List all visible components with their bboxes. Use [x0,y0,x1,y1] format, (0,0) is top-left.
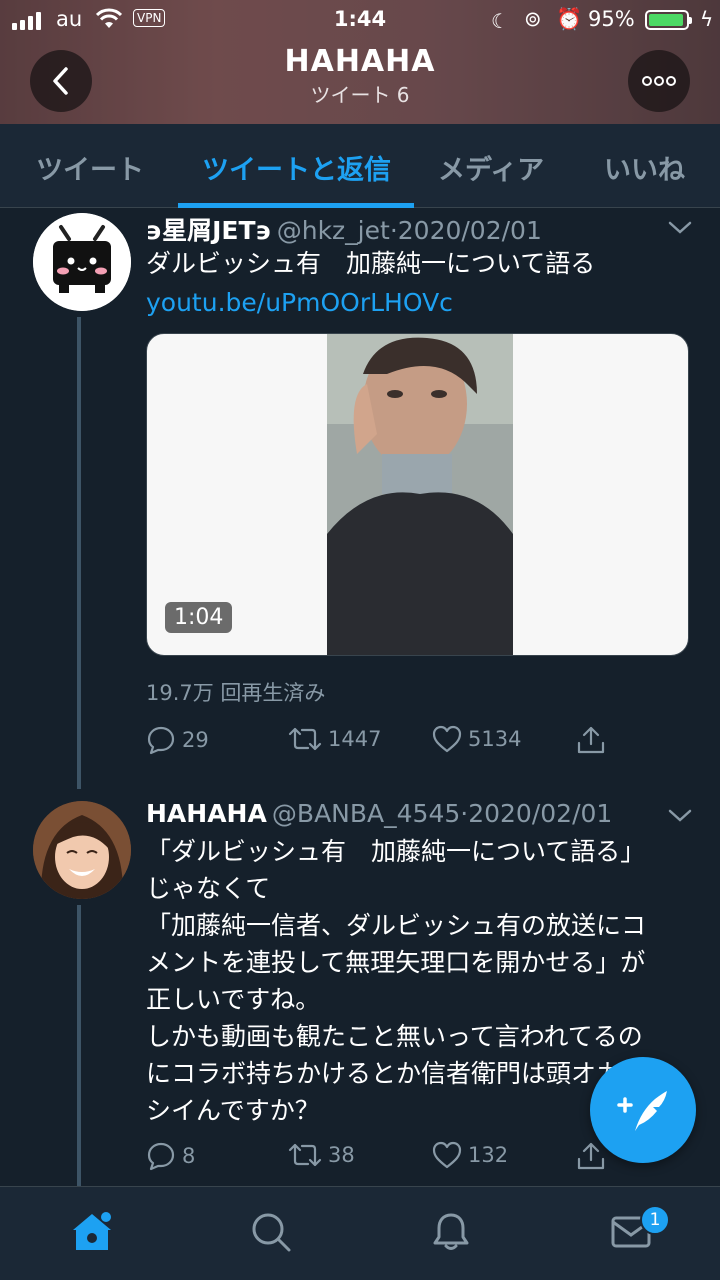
like-button[interactable]: 132 [432,1141,508,1169]
tweet-item[interactable]: ϶星屑JET϶ @hkz_jet·2020/02/01 ダルビッシュ有 加藤純一… [0,209,720,789]
retweet-icon [288,1143,322,1167]
battery-icon [645,10,692,30]
video-thumbnail [327,334,513,655]
charging-icon: ϟ [700,7,714,31]
tweet-actions: 8 38 132 [146,1141,616,1177]
tweet-text: ダルビッシュ有 加藤純一について語る [146,249,596,278]
compose-tweet-button[interactable] [590,1057,696,1163]
battery-percent: 95% [588,7,635,31]
user-photo-avatar-icon [33,801,131,899]
tweet-date: 2020/02/01 [397,216,542,245]
more-options-button[interactable] [628,50,690,112]
retweet-count: 38 [328,1143,355,1167]
tab-tweets[interactable]: ツイート [36,148,144,187]
retweet-count: 1447 [328,727,382,751]
rotation-lock-icon: ⊚ [524,7,542,31]
tweet-header: ϶星屑JET϶ @hkz_jet·2020/02/01 [146,211,542,247]
home-icon [73,1212,111,1250]
display-name[interactable]: ϶星屑JET϶ [146,216,272,245]
reply-icon [147,726,175,755]
tab-likes[interactable]: いいね [604,148,685,187]
bottom-navigation: 1 [0,1186,720,1280]
retweet-icon [288,727,322,751]
active-tab-indicator [178,203,414,208]
video-duration: 1:04 [165,602,233,633]
retweet-button[interactable]: 38 [288,1141,355,1169]
tweet-count: ツイート 6 [310,83,410,107]
chevron-down-icon[interactable] [668,221,692,235]
header-title-block: HAHAHA ツイート 6 [0,44,720,108]
search-icon [252,1213,291,1252]
thread-connector [77,317,81,789]
heart-icon [432,1141,462,1169]
status-bar: au VPN 1:44 ☾ ⊚ ⏰ 95% ϟ [0,0,720,40]
compose-feather-icon [617,1091,667,1131]
tv-character-avatar-icon [33,213,131,311]
page-title: HAHAHA [284,44,436,79]
user-handle: @hkz_jet [276,216,390,245]
reply-button[interactable]: 8 [146,1141,195,1171]
tab-media[interactable]: メディア [438,148,544,187]
like-count: 5134 [468,727,522,751]
user-handle: @BANBA_4545 [271,799,461,828]
thread-connector [77,905,81,1186]
nav-notifications[interactable] [430,1211,472,1257]
tweet-date: 2020/02/01 [468,799,613,828]
reply-count: 29 [182,728,209,752]
reply-icon [147,1142,175,1171]
reply-button[interactable]: 29 [146,725,209,755]
nav-search[interactable] [250,1211,292,1257]
more-dots-icon [642,76,676,86]
profile-header: au VPN 1:44 ☾ ⊚ ⏰ 95% ϟ HAHAHA ツイート 6 [0,0,720,124]
tweet-actions: 29 1447 5134 [146,725,616,761]
reply-count: 8 [182,1144,196,1168]
retweet-button[interactable]: 1447 [288,725,381,753]
alarm-icon: ⏰ [556,7,583,31]
share-button[interactable] [576,1141,606,1171]
separator-dot: · [389,216,398,245]
like-button[interactable]: 5134 [432,725,521,753]
messages-badge: 1 [640,1205,670,1235]
share-button[interactable] [576,725,606,755]
chevron-down-icon[interactable] [668,809,692,823]
tweet-link[interactable]: youtu.be/uPmOOrLHOVc [146,284,453,321]
avatar[interactable] [33,213,131,311]
video-card[interactable]: 1:04 [146,333,689,656]
nav-home[interactable] [70,1211,114,1257]
display-name[interactable]: HAHAHA [146,799,267,828]
do-not-disturb-icon: ☾ [491,9,509,33]
avatar[interactable] [33,801,131,899]
share-icon [577,1142,605,1170]
bell-icon [433,1213,469,1250]
like-count: 132 [468,1143,509,1167]
tweet-header: HAHAHA @BANBA_4545·2020/02/01 [146,799,612,828]
profile-tabs: ツイート ツイートと返信 メディア いいね [0,124,720,208]
video-person-image [327,334,513,655]
share-icon [577,726,605,754]
view-count: 19.7万 回再生済み [146,681,326,705]
tab-tweets-and-replies[interactable]: ツイートと返信 [202,148,391,187]
heart-icon [432,725,462,753]
